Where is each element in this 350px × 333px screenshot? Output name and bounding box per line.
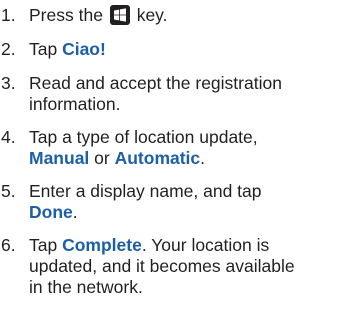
step-text: Enter a display name, and tap Done. [29, 181, 347, 223]
keyword-manual: Manual [29, 148, 90, 168]
step-period: . [72, 202, 78, 222]
step-line: updated, and it becomes available [29, 256, 295, 276]
step-line: Tap Complete. Your location is [29, 235, 347, 256]
step-line: information. [29, 94, 121, 114]
step-connector: or [89, 148, 115, 168]
step-text-trail: . Your location is [141, 235, 270, 255]
step-number: 4. [1, 127, 16, 147]
step-period: . [200, 148, 206, 168]
step-text-before: Press the [29, 5, 103, 25]
step-text-lead: Tap [29, 39, 63, 59]
step-text: Press the key. [29, 5, 347, 26]
keyword-ciao: Ciao! [62, 39, 106, 59]
windows-key-icon [109, 5, 130, 25]
step-text-lead: Tap [29, 235, 63, 255]
step-line: Read and accept the registration [29, 73, 282, 93]
step-number: 3. [1, 73, 16, 93]
step-text: Tap Complete. Your location is updated, … [29, 235, 347, 298]
step-line: Tap a type of location update, [29, 127, 258, 147]
step-number: 2. [1, 39, 16, 59]
step-line: in the network. [29, 277, 143, 297]
step-text: Read and accept the registration informa… [29, 73, 347, 115]
keyword-done: Done [29, 202, 73, 222]
step-number: 6. [1, 235, 16, 255]
step-number: 5. [1, 181, 16, 201]
step-line: Done. [29, 202, 347, 223]
keyword-complete: Complete [62, 235, 142, 255]
step-line: Enter a display name, and tap [29, 181, 262, 201]
step-text: Tap Ciao! [29, 39, 347, 60]
step-text-after: key. [136, 5, 168, 25]
step-line: Manual or Automatic. [29, 148, 347, 169]
keyword-automatic: Automatic [114, 148, 201, 168]
step-number: 1. [1, 5, 16, 25]
step-text: Tap a type of location update, Manual or… [29, 127, 347, 169]
